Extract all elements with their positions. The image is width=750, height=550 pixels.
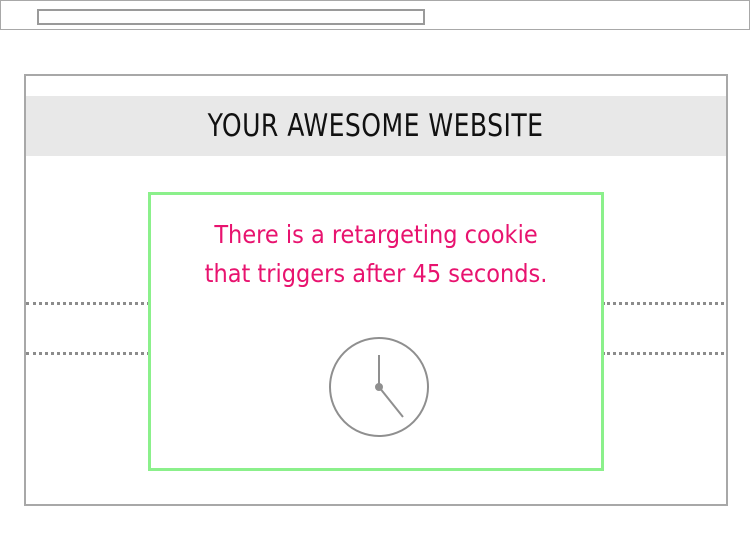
popup-message-line-2: that triggers after 45 seconds. — [204, 259, 548, 288]
popup-message: There is a retargeting cookie that trigg… — [151, 215, 601, 293]
site-header: YOUR AWESOME WEBSITE — [26, 96, 726, 156]
clock-icon — [329, 337, 429, 437]
content-placeholder-line — [26, 302, 150, 305]
address-bar[interactable] — [37, 9, 425, 25]
content-placeholder-line — [602, 302, 724, 305]
browser-toolbar — [0, 0, 750, 30]
site-title: YOUR AWESOME WEBSITE — [208, 108, 544, 144]
popup-message-line-1: There is a retargeting cookie — [214, 220, 538, 249]
content-placeholder-line — [26, 352, 150, 355]
retargeting-popup[interactable]: There is a retargeting cookie that trigg… — [148, 192, 604, 471]
content-placeholder-line — [602, 352, 724, 355]
